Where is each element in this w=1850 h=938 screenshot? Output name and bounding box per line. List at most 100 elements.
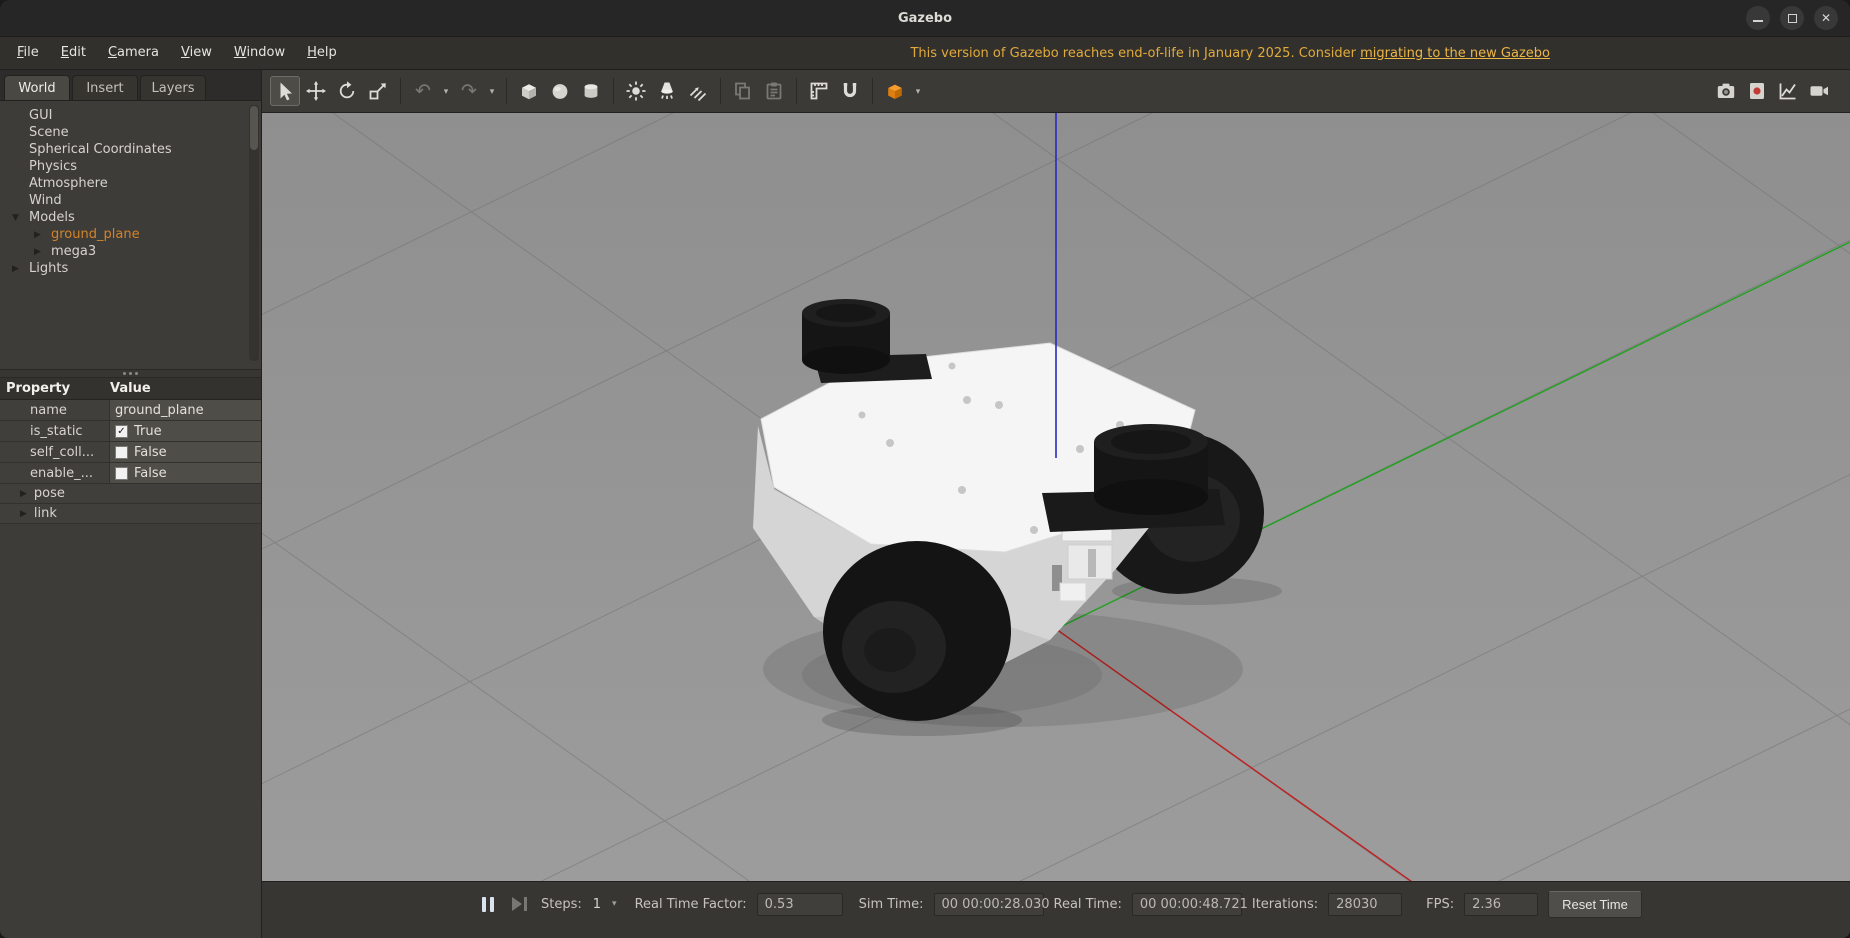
view-angle-dropdown-button[interactable]: ▾: [911, 76, 925, 106]
left-panel: World Insert Layers GUI Scene Spherical …: [0, 70, 262, 938]
view-angle-button[interactable]: [880, 76, 910, 106]
close-button[interactable]: ✕: [1814, 6, 1838, 30]
property-row-name: name ground_plane: [0, 400, 261, 421]
property-group-link[interactable]: ▶ link: [0, 504, 261, 524]
real-time-value: 00 00:00:48.721: [1132, 893, 1242, 916]
tree-item-atmosphere[interactable]: Atmosphere: [0, 175, 261, 192]
checkbox-self-collide[interactable]: [115, 446, 128, 459]
panel-splitter[interactable]: [0, 369, 261, 378]
tree-item-physics[interactable]: Physics: [0, 158, 261, 175]
steps-value[interactable]: 1: [592, 897, 602, 912]
snap-button[interactable]: [835, 76, 865, 106]
paste-button[interactable]: [759, 76, 789, 106]
property-group-pose[interactable]: ▶ pose: [0, 484, 261, 504]
dropdown-caret-icon: ▾: [916, 86, 921, 97]
plot-button[interactable]: [1773, 76, 1803, 106]
menu-edit[interactable]: Edit: [50, 37, 97, 69]
tree-scrollbar-handle[interactable]: [250, 106, 258, 150]
property-row-enable-wind: enable_... False: [0, 463, 261, 484]
redo-button[interactable]: ↷: [454, 76, 484, 106]
translate-tool-button[interactable]: [301, 76, 331, 106]
expander-closed-icon[interactable]: ▶: [20, 489, 27, 499]
tree-item-gui[interactable]: GUI: [0, 107, 261, 124]
steps-label: Steps:: [541, 897, 582, 912]
snap-icon: [839, 80, 861, 102]
box-shape-button[interactable]: [514, 76, 544, 106]
undo-icon: ↶: [415, 82, 431, 101]
redo-history-button[interactable]: ▾: [485, 76, 499, 106]
fps-label: FPS:: [1426, 897, 1454, 912]
3d-viewport[interactable]: [262, 113, 1850, 881]
tree-item-spherical-coordinates[interactable]: Spherical Coordinates: [0, 141, 261, 158]
tab-insert[interactable]: Insert: [72, 75, 138, 100]
point-light-icon: [625, 80, 647, 102]
fps-value: 2.36: [1464, 893, 1538, 916]
menu-help[interactable]: Help: [296, 37, 348, 69]
undo-history-button[interactable]: ▾: [439, 76, 453, 106]
directional-light-icon: [687, 80, 709, 102]
menu-file[interactable]: File: [6, 37, 50, 69]
checkbox-is-static[interactable]: ✓: [115, 425, 128, 438]
data-logger-button[interactable]: [1742, 76, 1772, 106]
toolbar-separator: [506, 78, 507, 104]
rtf-label: Real Time Factor:: [635, 897, 747, 912]
tab-world[interactable]: World: [4, 75, 70, 100]
tab-layers[interactable]: Layers: [140, 75, 206, 100]
cylinder-shape-button[interactable]: [576, 76, 606, 106]
iterations-label: Iterations:: [1252, 897, 1318, 912]
point-light-button[interactable]: [621, 76, 651, 106]
expander-open-icon[interactable]: ▼: [12, 213, 29, 223]
expander-closed-icon[interactable]: ▶: [34, 247, 51, 257]
menubar: File Edit Camera View Window Help This v…: [0, 37, 1850, 70]
undo-button[interactable]: ↶: [408, 76, 438, 106]
expander-closed-icon[interactable]: ▶: [20, 509, 27, 519]
tree-item-ground-plane[interactable]: ▶ground_plane: [0, 226, 261, 243]
scale-tool-button[interactable]: [363, 76, 393, 106]
real-time-label: Real Time:: [1054, 897, 1122, 912]
name-value-field[interactable]: ground_plane: [110, 400, 261, 420]
restore-button[interactable]: [1780, 6, 1804, 30]
titlebar[interactable]: Gazebo ✕: [0, 0, 1850, 37]
pause-icon: [482, 897, 486, 912]
screenshot-button[interactable]: [1711, 76, 1741, 106]
menu-camera[interactable]: Camera: [97, 37, 170, 69]
select-tool-button[interactable]: [270, 76, 300, 106]
value-column-header: Value: [110, 381, 151, 396]
sphere-shape-button[interactable]: [545, 76, 575, 106]
pause-button[interactable]: [478, 893, 498, 916]
minimize-icon: [1753, 20, 1763, 22]
tree-scrollbar[interactable]: [249, 105, 259, 361]
view-angle-cube-icon: [884, 80, 906, 102]
steps-dropdown-icon[interactable]: ▾: [612, 899, 617, 909]
toolbar-separator: [400, 78, 401, 104]
tree-item-wind[interactable]: Wind: [0, 192, 261, 209]
expander-closed-icon[interactable]: ▶: [34, 230, 51, 240]
left-lidar-puck: [802, 299, 890, 374]
rotate-tool-button[interactable]: [332, 76, 362, 106]
data-logger-icon: [1746, 80, 1768, 102]
translate-icon: [305, 80, 327, 102]
step-button[interactable]: [508, 893, 531, 915]
tree-item-mega3[interactable]: ▶mega3: [0, 243, 261, 260]
minimize-button[interactable]: [1746, 6, 1770, 30]
tree-item-scene[interactable]: Scene: [0, 124, 261, 141]
tree-item-models[interactable]: ▼Models: [0, 209, 261, 226]
align-button[interactable]: [804, 76, 834, 106]
eol-warning-text: This version of Gazebo reaches end-of-li…: [910, 46, 1360, 61]
right-lidar-puck: [1094, 424, 1208, 515]
video-record-button[interactable]: [1804, 76, 1834, 106]
window-bottom-edge: [262, 926, 1850, 938]
migrate-link[interactable]: migrating to the new Gazebo: [1360, 46, 1550, 61]
expander-closed-icon[interactable]: ▶: [12, 264, 29, 274]
copy-button[interactable]: [728, 76, 758, 106]
dropdown-caret-icon: ▾: [444, 86, 449, 97]
tree-item-lights[interactable]: ▶Lights: [0, 260, 261, 277]
directional-light-button[interactable]: [683, 76, 713, 106]
spot-light-button[interactable]: [652, 76, 682, 106]
rotate-icon: [336, 80, 358, 102]
checkbox-enable-wind[interactable]: [115, 467, 128, 480]
menu-view[interactable]: View: [170, 37, 223, 69]
content-area: World Insert Layers GUI Scene Spherical …: [0, 70, 1850, 938]
reset-time-button[interactable]: Reset Time: [1548, 891, 1642, 918]
menu-window[interactable]: Window: [223, 37, 296, 69]
